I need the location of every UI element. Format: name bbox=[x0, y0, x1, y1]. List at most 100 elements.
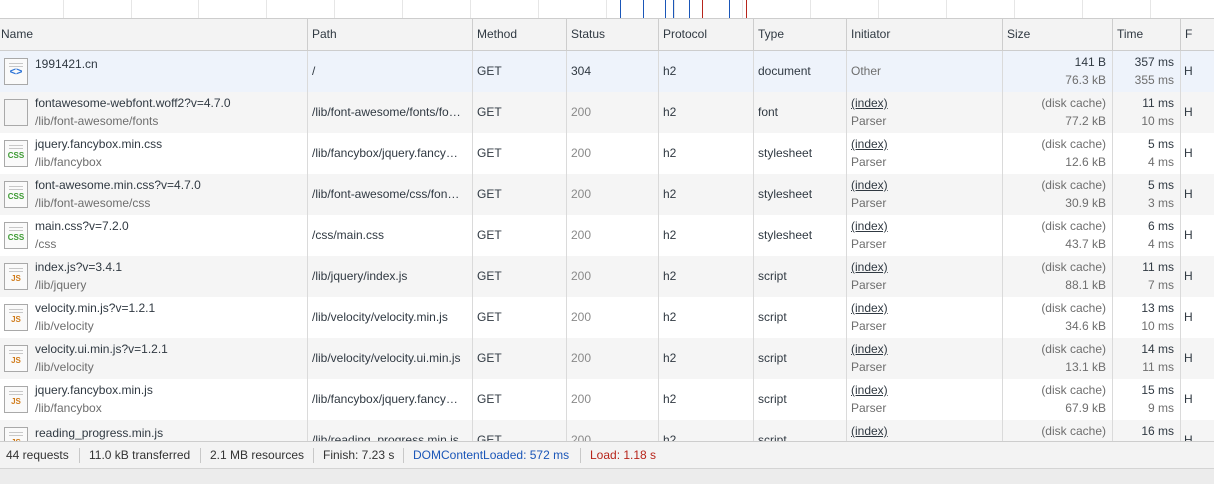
js-file-icon: JS bbox=[4, 304, 28, 331]
request-name: reading_progress.min.js bbox=[35, 426, 164, 440]
time-cell-primary: 5 ms bbox=[1147, 178, 1174, 192]
initiator-link[interactable]: (index) bbox=[851, 218, 888, 234]
table-row[interactable]: JS reading_progress.min.js/lib/reading_pr… bbox=[0, 420, 1214, 441]
initiator-link[interactable]: (index) bbox=[851, 423, 888, 439]
waterfall-cell: H bbox=[1184, 187, 1193, 201]
initiator-link[interactable]: (index) bbox=[851, 136, 888, 152]
overview-gridline bbox=[63, 0, 64, 18]
js-file-icon: JS bbox=[4, 386, 28, 413]
initiator-link[interactable]: (index) bbox=[851, 95, 888, 111]
request-path: /lib/velocity/velocity.ui.min.js bbox=[312, 351, 461, 365]
request-path: /css/main.css bbox=[312, 228, 385, 242]
table-row[interactable]: JS index.js?v=3.4.1/lib/jquery/lib/jquery… bbox=[0, 256, 1214, 297]
name-cell[interactable]: JS index.js?v=3.4.1/lib/jquery bbox=[0, 256, 307, 297]
overview-gridline bbox=[674, 0, 675, 18]
initiator-link[interactable]: (index) bbox=[851, 382, 888, 398]
initiator-link[interactable]: (index) bbox=[851, 259, 888, 275]
overview-gridline bbox=[334, 0, 335, 18]
size-cell: (disk cache) bbox=[1003, 420, 1112, 441]
request-name: font-awesome.min.css?v=4.7.0 bbox=[35, 178, 201, 192]
name-cell[interactable]: JS velocity.min.js?v=1.2.1/lib/velocity bbox=[0, 297, 307, 338]
column-divider bbox=[307, 51, 308, 441]
column-header-name[interactable]: Name bbox=[0, 19, 308, 50]
request-type: script bbox=[758, 351, 787, 365]
overview-event-line bbox=[702, 0, 703, 18]
file-type-glyph: JS bbox=[11, 397, 21, 406]
initiator-type: Parser bbox=[851, 360, 887, 374]
table-row[interactable]: JS velocity.ui.min.js?v=1.2.1/lib/velocit… bbox=[0, 338, 1214, 379]
file-icon-line bbox=[9, 271, 23, 272]
table-row[interactable]: <> 1991421.cn / GET 304 h2 document Other 141 B 7… bbox=[0, 51, 1214, 92]
size-cell-secondary: 88.1 kB bbox=[1065, 278, 1106, 292]
table-row[interactable]: CSS font-awesome.min.css?v=4.7.0/lib/font… bbox=[0, 174, 1214, 215]
request-folder: /lib/fancybox bbox=[35, 155, 102, 169]
time-cell-primary: 15 ms bbox=[1141, 383, 1174, 397]
column-header-initiator[interactable]: Initiator bbox=[847, 19, 1003, 50]
waterfall-cell: H bbox=[1184, 433, 1193, 441]
time-cell: 11 ms 10 ms bbox=[1113, 92, 1180, 133]
request-status: 200 bbox=[571, 228, 592, 242]
request-path: /lib/fancybox/jquery.fancy… bbox=[312, 146, 458, 160]
request-status: 200 bbox=[571, 269, 592, 283]
column-header-path[interactable]: Path bbox=[308, 19, 473, 50]
request-method: GET bbox=[477, 269, 502, 283]
request-name: jquery.fancybox.min.js bbox=[35, 383, 153, 397]
request-protocol: h2 bbox=[663, 146, 677, 160]
waterfall-overview[interactable] bbox=[0, 0, 1214, 19]
request-method: GET bbox=[477, 146, 502, 160]
overview-gridline bbox=[470, 0, 471, 18]
file-icon-line bbox=[9, 230, 23, 231]
footer-divider bbox=[200, 448, 201, 463]
table-row[interactable]: CSS main.css?v=7.2.0/css/css/main.css GET 2… bbox=[0, 215, 1214, 256]
column-header-type[interactable]: Type bbox=[754, 19, 847, 50]
waterfall-cell: H bbox=[1184, 146, 1193, 160]
request-protocol: h2 bbox=[663, 392, 677, 406]
column-header-method[interactable]: Method bbox=[473, 19, 567, 50]
time-cell-secondary: 355 ms bbox=[1134, 73, 1174, 87]
request-type: script bbox=[758, 392, 787, 406]
request-type: script bbox=[758, 433, 787, 441]
dom-content-loaded-time: DOMContentLoaded: 572 ms bbox=[413, 448, 570, 462]
css-file-icon: CSS bbox=[4, 140, 28, 167]
request-status: 200 bbox=[571, 433, 592, 441]
size-cell-primary: 141 B bbox=[1074, 55, 1106, 69]
name-cell[interactable]: fontawesome-webfont.woff2?v=4.7.0/lib/fo… bbox=[0, 92, 307, 133]
name-cell[interactable]: JS velocity.ui.min.js?v=1.2.1/lib/velocit… bbox=[0, 338, 307, 379]
table-row[interactable]: fontawesome-webfont.woff2?v=4.7.0/lib/fo… bbox=[0, 92, 1214, 133]
requests-count: 44 requests bbox=[6, 448, 69, 462]
initiator-link[interactable]: (index) bbox=[851, 177, 888, 193]
table-row[interactable]: CSS jquery.fancybox.min.css/lib/fancybox /… bbox=[0, 133, 1214, 174]
request-name: velocity.min.js?v=1.2.1 bbox=[35, 301, 156, 315]
name-cell[interactable]: JS jquery.fancybox.min.js/lib/fancybox bbox=[0, 379, 307, 420]
column-divider bbox=[1180, 51, 1181, 441]
size-cell: (disk cache) 88.1 kB bbox=[1003, 256, 1112, 297]
drawer-edge[interactable] bbox=[0, 468, 1214, 484]
time-cell-secondary: 3 ms bbox=[1147, 196, 1174, 210]
time-cell-primary: 16 ms bbox=[1141, 424, 1174, 438]
column-header-status[interactable]: Status bbox=[567, 19, 659, 50]
column-header-protocol[interactable]: Protocol bbox=[659, 19, 754, 50]
name-cell[interactable]: CSS jquery.fancybox.min.css/lib/fancybox bbox=[0, 133, 307, 174]
initiator-link[interactable]: (index) bbox=[851, 300, 888, 316]
waterfall-cell: H bbox=[1184, 64, 1193, 78]
time-cell: 6 ms 4 ms bbox=[1113, 215, 1180, 256]
request-status: 200 bbox=[571, 351, 592, 365]
request-status: 304 bbox=[571, 64, 592, 78]
request-type: stylesheet bbox=[758, 228, 813, 242]
table-row[interactable]: JS velocity.min.js?v=1.2.1/lib/velocity/l… bbox=[0, 297, 1214, 338]
overview-gridline bbox=[810, 0, 811, 18]
request-folder: /lib/font-awesome/css bbox=[35, 196, 151, 210]
name-cell[interactable]: CSS font-awesome.min.css?v=4.7.0/lib/font… bbox=[0, 174, 307, 215]
name-cell[interactable]: <> 1991421.cn bbox=[0, 51, 307, 92]
column-header-time[interactable]: Time bbox=[1113, 19, 1181, 50]
file-icon-line bbox=[9, 350, 23, 351]
initiator-link[interactable]: (index) bbox=[851, 341, 888, 357]
request-path: /lib/jquery/index.js bbox=[312, 269, 408, 283]
column-header-size[interactable]: Size bbox=[1003, 19, 1113, 50]
request-name: 1991421.cn bbox=[35, 57, 98, 71]
name-cell[interactable]: CSS main.css?v=7.2.0/css bbox=[0, 215, 307, 256]
table-row[interactable]: JS jquery.fancybox.min.js/lib/fancybox/li… bbox=[0, 379, 1214, 420]
name-cell[interactable]: JS reading_progress.min.js bbox=[0, 420, 307, 441]
column-header-waterfall[interactable]: F bbox=[1181, 19, 1214, 50]
file-icon-line bbox=[9, 268, 23, 269]
